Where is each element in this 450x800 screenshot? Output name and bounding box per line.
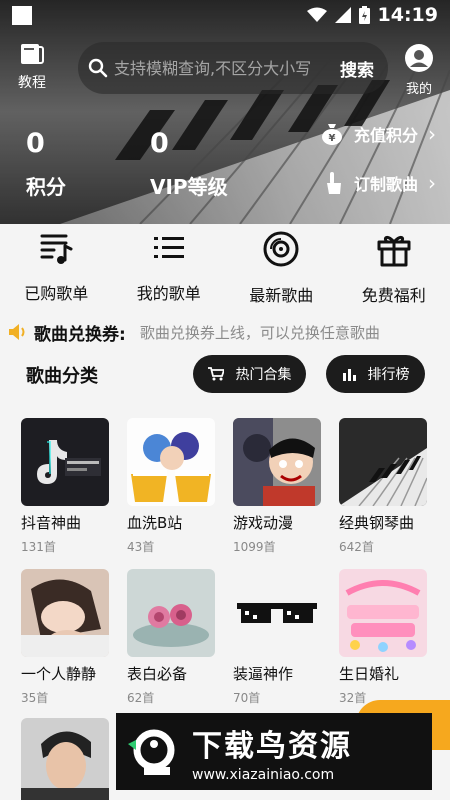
category-count: 35首 [21, 691, 49, 705]
notification-icon [12, 6, 32, 25]
status-bar: 14:19 [0, 0, 450, 30]
ranking-button[interactable]: 排行榜 [326, 355, 425, 393]
vip-value: 0 [150, 128, 169, 159]
category-card[interactable]: 表白必备 62首 [127, 569, 215, 706]
clock: 14:19 [377, 4, 438, 26]
recharge-points-link[interactable]: ¥ 充值积分 › [320, 122, 436, 146]
category-thumbnail [339, 418, 427, 506]
chevron-right-icon: › [428, 171, 436, 195]
avatar-icon [405, 44, 433, 72]
points-value: 0 [26, 128, 45, 159]
notice-title: 歌曲兑换券: [34, 324, 126, 345]
category-name: 抖音神曲 [21, 514, 82, 532]
category-title: 歌曲分类 [26, 366, 98, 387]
category-name: 经典钢琴曲 [339, 514, 415, 532]
watermark-overlay: 下载鸟资源 www.xiazainiao.com [116, 713, 432, 790]
tutorial-button[interactable]: 教程 [12, 42, 52, 92]
category-count: 131首 [21, 540, 56, 554]
signal-icon [334, 7, 351, 23]
bird-logo-icon [124, 721, 184, 782]
points-label: 积分 [26, 175, 66, 199]
purchased-playlist-icon [40, 234, 73, 264]
category-name: 表白必备 [127, 665, 188, 683]
category-card[interactable]: 血洗B站 43首 [127, 418, 215, 555]
watermark-title: 下载鸟资源 [192, 728, 352, 764]
category-name: 装逼神作 [233, 665, 294, 683]
vip-label: VIP等级 [150, 175, 228, 199]
points-stat[interactable]: 0 积分 [26, 128, 66, 200]
hot-collection-button[interactable]: 热门合集 [193, 355, 306, 393]
hot-collection-label: 热门合集 [235, 367, 292, 383]
cart-icon [207, 367, 224, 381]
category-thumbnail [21, 569, 109, 657]
category-card[interactable]: 游戏动漫 1099首 [233, 418, 321, 555]
custom-song-label: 订制歌曲 [353, 175, 418, 194]
disc-icon [263, 231, 299, 267]
quick-nav-label: 已购歌单 [24, 284, 89, 303]
custom-song-link[interactable]: 订制歌曲 › [324, 171, 436, 195]
category-count: 62首 [127, 691, 155, 705]
quick-nav-purchased-playlist[interactable]: 已购歌单 [0, 224, 113, 312]
category-thumbnail [233, 418, 321, 506]
category-card[interactable]: 一个人静静 35首 [21, 569, 109, 706]
search-button[interactable]: 搜索 [340, 56, 374, 81]
category-count: 43首 [127, 540, 155, 554]
hand-pointer-icon [326, 172, 341, 194]
category-count: 1099首 [233, 540, 276, 554]
category-name: 生日婚礼 [339, 665, 400, 683]
wifi-icon [306, 7, 327, 22]
category-count: 642首 [339, 540, 374, 554]
quick-nav: 已购歌单 我的歌单 最新歌曲 免费福利 [0, 224, 450, 312]
chevron-right-icon: › [428, 122, 436, 146]
category-thumbnail [339, 569, 427, 657]
search-input[interactable] [114, 58, 324, 78]
vip-stat[interactable]: 0 VIP等级 [150, 128, 228, 200]
battery-icon [358, 6, 370, 24]
watermark-url: www.xiazainiao.com [192, 766, 335, 783]
quick-nav-free-benefits[interactable]: 免费福利 [338, 224, 450, 312]
search-icon [88, 58, 108, 78]
category-name: 游戏动漫 [233, 514, 294, 532]
category-thumbnail [233, 569, 321, 657]
category-name: 一个人静静 [21, 665, 97, 683]
category-card[interactable]: 装逼神作 70首 [233, 569, 321, 706]
category-thumbnail [127, 569, 215, 657]
quick-nav-label: 免费福利 [361, 286, 426, 305]
quick-nav-label: 最新歌曲 [249, 286, 314, 305]
book-icon [21, 44, 44, 64]
header: 14:19 教程 搜索 我的 0 积分 0 VIP等级 [0, 0, 450, 224]
bar-chart-icon [342, 369, 356, 381]
quick-nav-my-playlist[interactable]: 我的歌单 [113, 224, 226, 312]
quick-nav-latest-songs[interactable]: 最新歌曲 [225, 224, 338, 312]
category-card[interactable]: 生日婚礼 32首 [339, 569, 427, 706]
search-bar[interactable]: 搜索 [78, 42, 388, 94]
tutorial-label: 教程 [18, 75, 46, 91]
category-thumbnail [21, 718, 109, 800]
category-card[interactable] [21, 718, 109, 800]
category-thumbnail [21, 418, 109, 506]
speaker-icon [9, 324, 25, 340]
category-card[interactable]: 经典钢琴曲 642首 [339, 418, 427, 555]
gift-icon [377, 235, 411, 267]
list-icon [153, 237, 184, 258]
notice-banner[interactable]: 歌曲兑换券: 歌曲兑换券上线，可以兑换任意歌曲 [0, 315, 450, 349]
ranking-label: 排行榜 [367, 367, 410, 383]
profile-button[interactable]: 我的 [400, 44, 438, 97]
money-bag-icon: ¥ [321, 124, 342, 145]
category-name: 血洗B站 [127, 514, 183, 532]
notice-text: 歌曲兑换券上线，可以兑换任意歌曲 [139, 323, 380, 342]
category-thumbnail [127, 418, 215, 506]
category-count: 70首 [233, 691, 261, 705]
svg-text:¥: ¥ [329, 133, 336, 144]
profile-label: 我的 [405, 82, 432, 97]
quick-nav-label: 我的歌单 [136, 284, 201, 303]
recharge-points-label: 充值积分 [353, 126, 418, 145]
category-card[interactable]: 抖音神曲 131首 [21, 418, 109, 555]
